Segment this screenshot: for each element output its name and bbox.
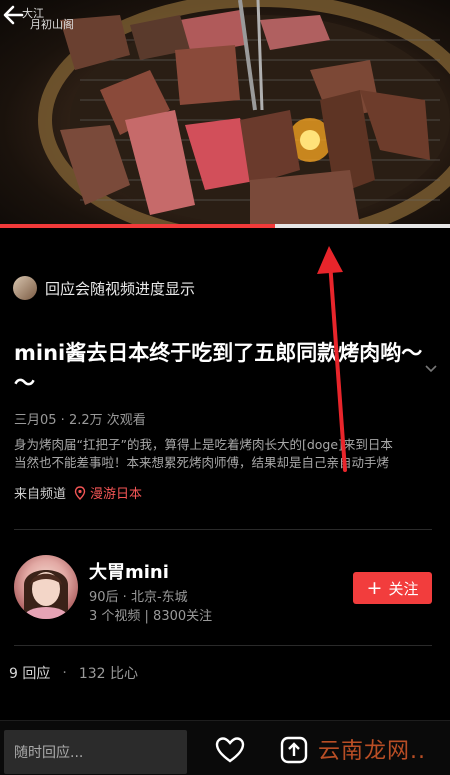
divider <box>14 645 432 646</box>
post-meta: 三月05 · 2.2万 次观看 <box>14 413 146 428</box>
site-watermark: 云南龙网.. <box>318 739 426 764</box>
follow-button[interactable]: + 关注 <box>353 572 432 604</box>
notice-text: 回应会随视频进度显示 <box>45 279 196 298</box>
description-line: 当然也不能差事啦！本来想累死烤肉师傅，结果却是自己亲自动手烤 <box>14 455 390 470</box>
author-avatar[interactable] <box>14 555 78 619</box>
reply-input[interactable]: 随时回应... <box>4 730 187 774</box>
post-description: 身为烤肉届“扛把子”的我，算得上是吃着烤肉长大的[doge]来到日本 当然也不能… <box>14 436 434 472</box>
notice-avatar <box>13 276 37 300</box>
video-progress-bar[interactable] <box>0 224 450 228</box>
author-info: 90后 · 北京-东城 <box>89 590 188 605</box>
share-icon[interactable] <box>278 734 310 766</box>
watermark-bottom: 月初山阁 <box>30 18 74 31</box>
author-stats: 3 个视频 | 8300关注 <box>89 609 213 624</box>
description-line: 身为烤肉届“扛把子”的我，算得上是吃着烤肉长大的[doge]来到日本 <box>14 437 393 452</box>
comments-summary: 9 回应 · 132 比心 <box>9 663 138 683</box>
divider <box>14 529 432 530</box>
location-pin-icon <box>74 485 86 500</box>
video-progress-fill <box>0 224 275 228</box>
heart-icon[interactable] <box>214 734 246 766</box>
follow-label: 关注 <box>388 579 419 598</box>
avatar-portrait <box>24 570 68 619</box>
video-frame <box>38 0 450 228</box>
post-title: mini酱去日本终于吃到了五郎同款烤肉哟～～ <box>14 341 423 395</box>
channel-link[interactable]: 漫游日本 <box>74 483 142 502</box>
likes-count: 132 比心 <box>78 666 138 682</box>
chevron-down-icon[interactable] <box>424 364 438 374</box>
channel-row: 来自频道 漫游日本 <box>14 483 142 502</box>
separator-dot: · <box>62 665 67 681</box>
author-name[interactable]: 大胃mini <box>89 558 169 584</box>
back-arrow-icon[interactable] <box>0 0 30 30</box>
video-player[interactable]: 大江 月初山阁 <box>0 0 450 228</box>
comments-count[interactable]: 9 回应 <box>9 663 50 683</box>
channel-prefix: 来自频道 <box>14 487 67 502</box>
plus-icon: + <box>366 576 383 599</box>
comment-sync-notice: 回应会随视频进度显示 <box>13 275 195 301</box>
channel-name: 漫游日本 <box>90 487 143 502</box>
